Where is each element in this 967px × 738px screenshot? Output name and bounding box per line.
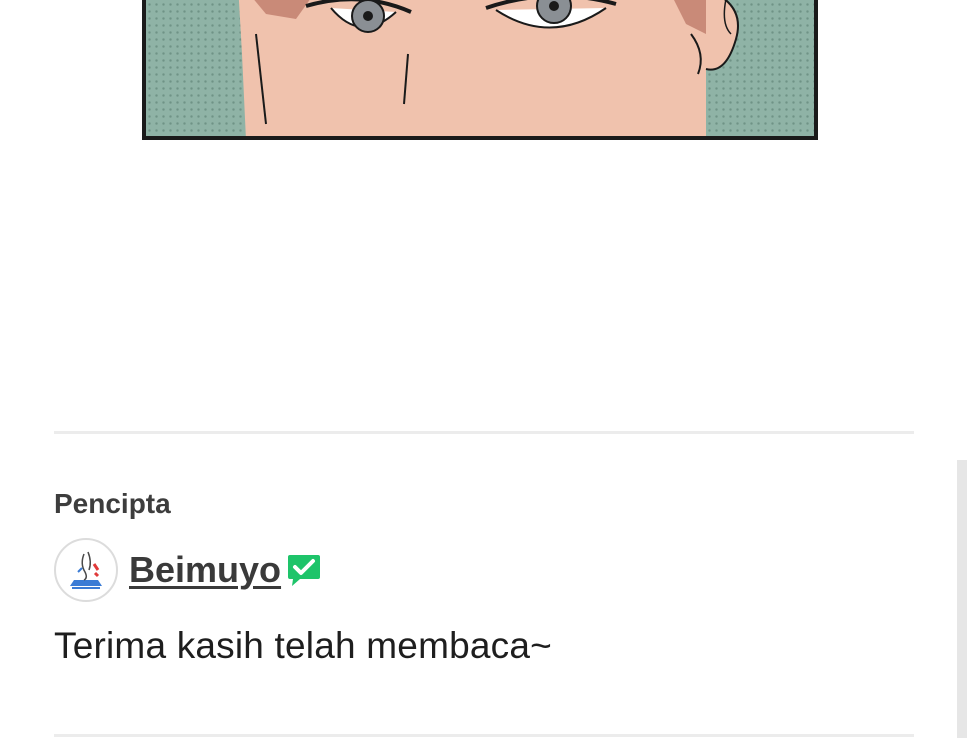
creator-section-heading: Pencipta [54,488,171,519]
creator-row[interactable]: Beimuyo [54,537,322,603]
creator-name-link[interactable]: Beimuyo [129,548,281,592]
comic-face-artwork [238,0,739,136]
episode-page: Pencipta Beimuyo Terima kasih telah memb… [0,0,967,738]
section-divider-bottom [54,734,914,737]
creator-avatar[interactable] [54,538,118,602]
creator-avatar-icon [70,551,102,589]
section-divider [54,431,914,434]
verified-badge-icon [288,555,321,586]
author-note-text: Terima kasih telah membaca~ [54,625,552,666]
scrollbar[interactable] [957,460,967,738]
comic-panel-image [142,0,818,140]
